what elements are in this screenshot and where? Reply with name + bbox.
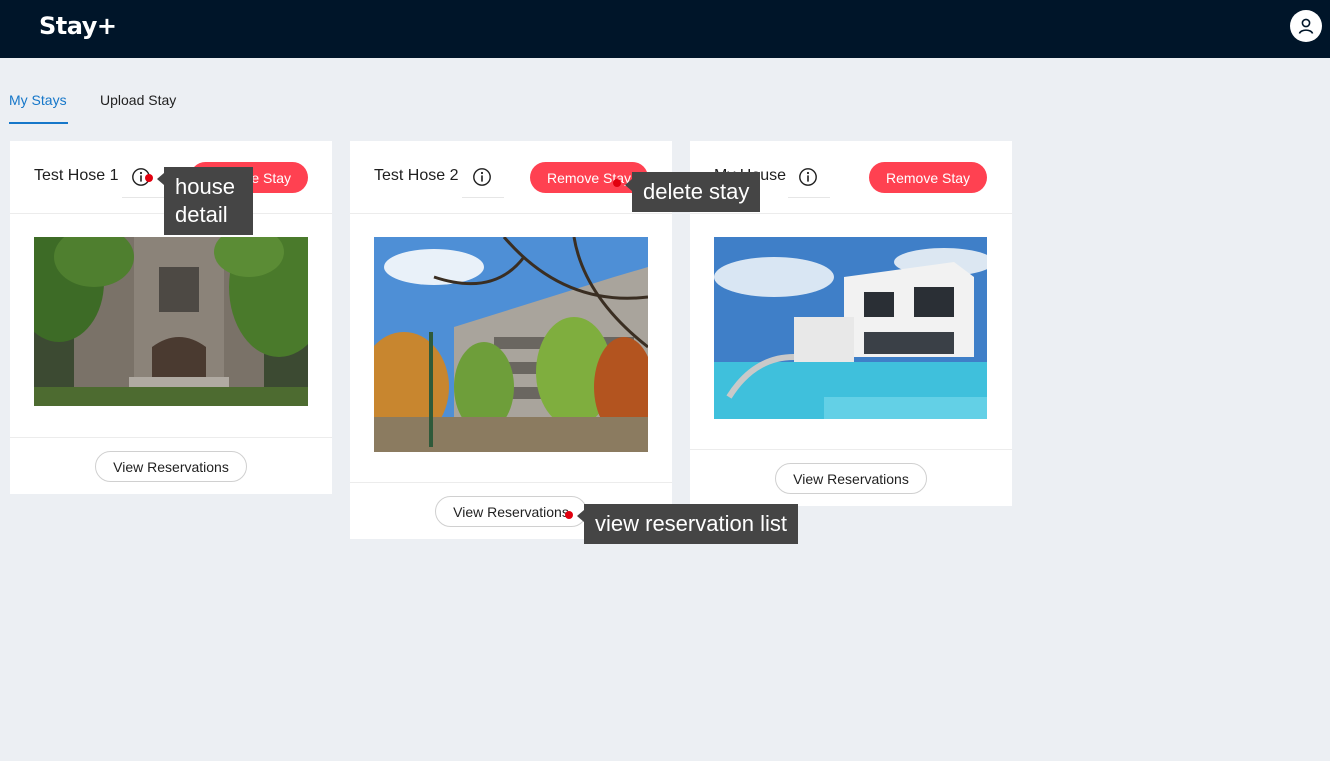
info-circle-icon[interactable]	[798, 167, 818, 187]
stay-title: Test Hose 2	[374, 167, 459, 184]
divider	[122, 197, 164, 198]
app-logo[interactable]: Stay+	[39, 12, 117, 40]
annotation-marker	[145, 174, 153, 182]
stay-card-header: Test Hose 2 Remove Stay	[350, 141, 672, 214]
view-reservations-button[interactable]: View Reservations	[775, 463, 927, 494]
stay-photo	[34, 237, 308, 406]
remove-stay-button[interactable]: Remove Stay	[869, 162, 987, 193]
stay-card: Test Hose 2 Remove Stay View Reservation…	[350, 141, 672, 539]
divider	[788, 197, 830, 198]
divider	[462, 197, 504, 198]
info-circle-icon[interactable]	[472, 167, 492, 187]
tab-upload-stay[interactable]: Upload Stay	[100, 82, 176, 124]
tab-my-stays[interactable]: My Stays	[9, 82, 68, 124]
annotation-tooltip-view-reservation-list: view reservation list	[577, 504, 798, 544]
user-icon	[1298, 18, 1314, 34]
user-profile-button[interactable]	[1290, 10, 1322, 42]
top-nav-bar: Stay+	[0, 0, 1330, 58]
stay-photo	[374, 237, 648, 452]
stay-photo	[714, 237, 988, 419]
annotation-tooltip-house-detail: house detail	[157, 167, 253, 235]
view-reservations-button[interactable]: View Reservations	[435, 496, 587, 527]
annotation-marker	[565, 511, 573, 519]
stay-card-footer: View Reservations	[10, 437, 332, 494]
stay-title: Test Hose 1	[34, 167, 119, 184]
annotation-text: delete stay	[643, 179, 750, 204]
annotation-text: house detail	[175, 174, 235, 227]
annotation-tooltip-delete-stay: delete stay	[624, 172, 761, 212]
annotation-text: view reservation list	[595, 511, 787, 536]
stay-card-footer: View Reservations	[690, 449, 1012, 506]
view-reservations-button[interactable]: View Reservations	[95, 451, 247, 482]
annotation-marker	[613, 179, 621, 187]
